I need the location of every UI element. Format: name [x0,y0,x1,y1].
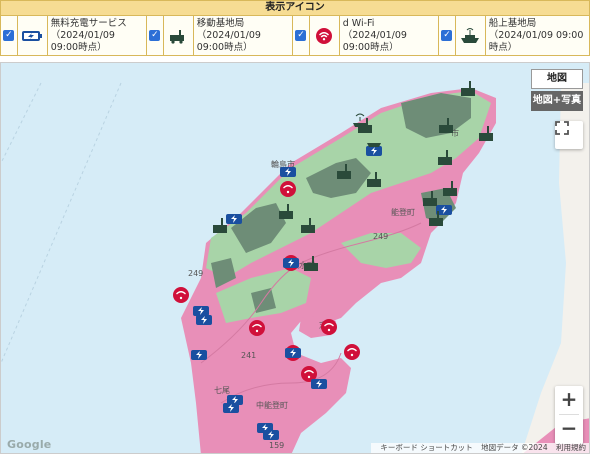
legend-date-wifi: （2024/01/09 09:00時点） [342,29,407,53]
fullscreen-button[interactable] [555,121,583,149]
legend-title: 表示アイコン [0,0,590,16]
place-label-nakanoto: 中能登町 [256,400,288,410]
charging-marker-9[interactable] [223,403,239,413]
google-logo: Google [7,438,52,451]
mobile-base-marker-2[interactable] [461,81,475,96]
legend-label-mobile-base: 移動基地局 [196,17,245,29]
charging-marker-1[interactable] [280,167,296,177]
route-label-249: 249 [373,232,388,241]
checkbox-ship-base-cell[interactable]: ✓ [439,16,456,55]
charging-marker-2[interactable] [283,258,299,268]
charging-marker-5[interactable] [191,350,207,360]
map-drawing: 能登町 市 249 249 241 159 輪島市 志賀 七尾 中能登町 穴水町 [1,81,589,453]
checkbox-charging[interactable]: ✓ [3,30,15,41]
legend-label-charging: 無料充電サービス [50,17,127,29]
checkbox-wifi[interactable]: ✓ [295,30,307,41]
fullscreen-icon [555,121,569,135]
legend-item-ship-base: 船上基地局 （2024/01/09 09:00時点） [486,16,589,55]
map-canvas[interactable]: 能登町 市 249 249 241 159 輪島市 志賀 七尾 中能登町 穴水町 [0,62,590,454]
legend-item-charging: 無料充電サービス （2024/01/09 09:00時点） [48,16,148,55]
charging-marker-14[interactable] [226,214,242,224]
legend-date-charging: （2024/01/09 09:00時点） [50,29,115,53]
place-label-noto: 能登町 [391,207,415,217]
map-data-credit: 地図データ ©2024 [481,443,548,452]
legend-date-mobile-base: （2024/01/09 09:00時点） [196,29,261,53]
mobile-base-station-icon [170,29,185,44]
ship-base-station-icon [461,27,480,43]
wifi-marker-3[interactable] [173,287,189,303]
charging-marker-3[interactable] [193,306,209,316]
charging-marker-7[interactable] [311,379,327,389]
legend-item-mobile-base: 移動基地局 （2024/01/09 09:00時点） [194,16,294,55]
zoom-in-button[interactable]: + [555,386,583,414]
charging-marker-12[interactable] [366,146,382,156]
legend-item-wifi: d Wi-Fi （2024/01/09 09:00時点） [340,16,440,55]
terms-link[interactable]: 利用規約 [556,443,586,452]
legend-row: ✓ 無料充電サービス （2024/01/09 09:00時点） ✓ 移動基地局 … [0,16,590,56]
map-photo-view-button[interactable]: 地図+写真 [531,91,583,111]
checkbox-ship-base[interactable]: ✓ [441,30,453,41]
charging-marker-11[interactable] [263,430,279,440]
zoom-out-button[interactable]: − [555,415,583,443]
legend-label-ship-base: 船上基地局 [488,17,537,29]
legend-date-ship-base: （2024/01/09 09:00時点） [488,29,584,53]
charging-marker-6[interactable] [285,348,301,358]
checkbox-wifi-cell[interactable]: ✓ [293,16,310,55]
zoom-control: + − [555,386,583,444]
wifi-marker-5[interactable] [321,319,337,335]
keyboard-shortcuts-link[interactable]: キーボード ショートカット [380,443,472,452]
route-label-249b: 249 [188,269,203,278]
ship-base-marker-2[interactable] [367,143,381,147]
charging-marker-4[interactable] [196,315,212,325]
route-label-159: 159 [269,441,284,450]
mobile-base-marker-13[interactable] [213,218,227,233]
map-view-button[interactable]: 地図 [531,69,583,89]
wifi-icon [316,27,333,44]
charging-icon-cell [18,16,48,55]
ship-base-station-icon-cell [456,16,486,55]
legend-label-wifi: d Wi-Fi [342,17,375,29]
checkbox-mobile-base[interactable]: ✓ [149,30,161,41]
route-label-241: 241 [241,351,256,360]
checkbox-charging-cell[interactable]: ✓ [1,16,18,55]
map-attribution: キーボード ショートカット 地図データ ©2024 利用規約 [371,443,589,453]
charging-icon [22,30,43,41]
mobile-base-station-icon-cell [164,16,194,55]
place-label-nanao: 七尾 [214,386,230,395]
wifi-icon-cell [310,16,340,55]
wifi-marker-6[interactable] [344,344,360,360]
wifi-marker-1[interactable] [280,181,296,197]
wifi-marker-4[interactable] [249,320,265,336]
checkbox-mobile-base-cell[interactable]: ✓ [147,16,164,55]
